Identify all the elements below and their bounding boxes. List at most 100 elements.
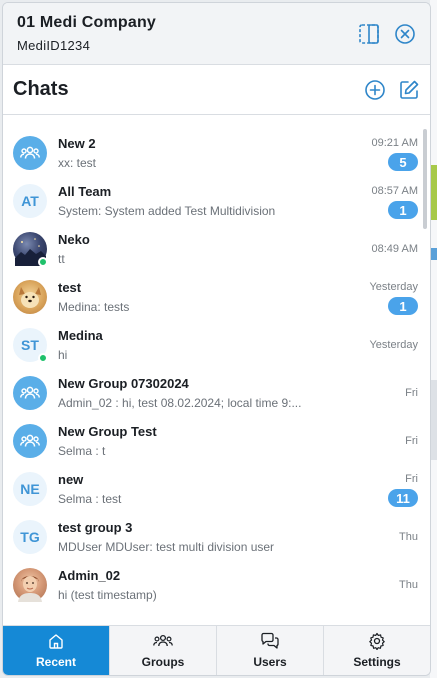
chat-meta: Fri	[348, 417, 418, 465]
tab-label: Groups	[141, 655, 185, 669]
user-photo-avatar	[13, 280, 47, 314]
new-chat-button[interactable]	[364, 79, 386, 101]
chat-panel: 01 Medi Company MediID1234 Chats New 2 x…	[2, 2, 431, 676]
chat-time: 08:49 AM	[371, 242, 418, 255]
tab-label: Recent	[35, 655, 76, 669]
chat-row[interactable]: New Group Test Selma : t Fri	[3, 417, 430, 465]
chat-row[interactable]: New Group 07302024 Admin_02 : hi, test 0…	[3, 369, 430, 417]
chat-preview: xx: test	[58, 156, 97, 170]
chat-preview: hi (test timestamp)	[58, 588, 157, 602]
chat-row[interactable]: Neko tt 08:49 AM	[3, 225, 430, 273]
background-green-strip	[430, 165, 437, 220]
tab-groups[interactable]: Groups	[110, 626, 217, 675]
edit-icon	[400, 80, 419, 99]
user-photo-avatar	[13, 568, 47, 602]
chat-time: Fri	[405, 386, 418, 399]
group-icon	[20, 434, 40, 447]
chat-row[interactable]: New 2 xx: test 09:21 AM 5	[3, 129, 430, 177]
chat-meta: Fri 11	[348, 473, 418, 507]
chat-meta: Thu	[348, 561, 418, 609]
background-gray-strip	[430, 380, 437, 460]
avatar-initials: TG	[20, 529, 40, 545]
chat-time: Yesterday	[369, 281, 418, 293]
tab-recent[interactable]: Recent	[3, 626, 110, 675]
chat-preview: MDUser MDUser: test multi division user	[58, 540, 275, 554]
chat-time: Thu	[399, 530, 418, 543]
chats-title: Chats	[13, 78, 69, 100]
avatar-initials: ST	[21, 337, 39, 353]
chat-meta: Yesterday	[348, 321, 418, 369]
chat-meta: Thu	[348, 513, 418, 561]
chat-list-container[interactable]: New 2 xx: test 09:21 AM 5 AT All Team Sy…	[3, 115, 430, 625]
chat-time: 09:21 AM	[371, 137, 418, 149]
chat-meta: Fri	[348, 369, 418, 417]
chat-row[interactable]: NE new Selma : test Fri 11	[3, 465, 430, 513]
split-view-icon	[359, 23, 379, 44]
tab-label: Users	[253, 655, 287, 669]
chat-preview: Medina: tests	[58, 300, 130, 314]
chat-row[interactable]: AT All Team System: System added Test Mu…	[3, 177, 430, 225]
group-avatar	[13, 136, 47, 170]
company-actions	[358, 23, 416, 45]
chat-meta: Yesterday 1	[348, 281, 418, 315]
tab-settings[interactable]: Settings	[324, 626, 430, 675]
company-header: 01 Medi Company MediID1234	[3, 3, 430, 65]
background-page	[430, 0, 437, 678]
chat-list: New 2 xx: test 09:21 AM 5 AT All Team Sy…	[3, 115, 430, 609]
chat-meta: 08:49 AM	[348, 225, 418, 273]
chat-time: 08:57 AM	[371, 185, 418, 197]
background-blue-strip	[430, 248, 437, 260]
group-icon	[20, 146, 40, 159]
company-id: MediID1234	[17, 38, 91, 53]
group-avatar	[13, 376, 47, 410]
chats-header: Chats	[3, 65, 430, 115]
tab-users[interactable]: Users	[217, 626, 324, 675]
gear-icon	[369, 632, 385, 650]
unread-badge: 1	[388, 201, 418, 219]
chat-preview: System: System added Test Multidivision	[58, 204, 276, 218]
dog-photo	[19, 287, 41, 308]
initials-avatar: AT	[13, 184, 47, 218]
chat-row[interactable]: Admin_02 hi (test timestamp) Thu	[3, 561, 430, 609]
initials-avatar: ST	[13, 328, 48, 363]
chat-row[interactable]: test Medina: tests Yesterday 1	[3, 273, 430, 321]
avatar-initials: NE	[20, 481, 40, 497]
chat-time: Fri	[405, 473, 418, 485]
bottom-tabs: Recent Groups Users Settings	[3, 625, 430, 675]
chat-row[interactable]: ST Medina hi Yesterday	[3, 321, 430, 369]
chats-actions	[364, 79, 420, 101]
company-name: 01 Medi Company	[17, 14, 157, 31]
chat-meta: 09:21 AM 5	[348, 137, 418, 171]
online-indicator	[38, 353, 48, 363]
chat-preview: Admin_02 : hi, test 08.02.2024; local ti…	[58, 396, 302, 410]
home-icon	[49, 634, 63, 649]
chat-time: Thu	[399, 578, 418, 591]
online-indicator	[38, 257, 48, 267]
group-avatar	[13, 424, 47, 458]
chat-preview: Selma : t	[58, 444, 106, 458]
chat-meta: 08:57 AM 1	[348, 185, 418, 219]
unread-badge: 5	[388, 153, 418, 171]
chat-bubbles-icon	[261, 632, 279, 649]
compose-button[interactable]	[398, 79, 420, 101]
chat-preview: tt	[58, 252, 65, 266]
chat-time: Yesterday	[369, 338, 418, 351]
tab-label: Settings	[353, 655, 401, 669]
close-icon	[395, 23, 415, 44]
unread-badge: 11	[388, 489, 418, 507]
company-info: 01 Medi Company MediID1234	[17, 14, 156, 53]
chat-preview: hi	[58, 348, 68, 362]
initials-avatar: NE	[13, 472, 47, 506]
split-view-button[interactable]	[358, 23, 380, 45]
groups-icon	[153, 634, 173, 647]
avatar-initials: AT	[21, 193, 39, 209]
close-button[interactable]	[394, 23, 416, 45]
chat-time: Fri	[405, 434, 418, 447]
chat-row[interactable]: TG test group 3 MDUser MDUser: test mult…	[3, 513, 430, 561]
group-icon	[20, 386, 40, 399]
plus-circle-icon	[365, 79, 385, 100]
initials-avatar: TG	[13, 520, 47, 554]
user-photo-avatar	[13, 232, 48, 267]
scrollbar[interactable]	[423, 129, 427, 229]
chat-preview: Selma : test	[58, 492, 122, 506]
